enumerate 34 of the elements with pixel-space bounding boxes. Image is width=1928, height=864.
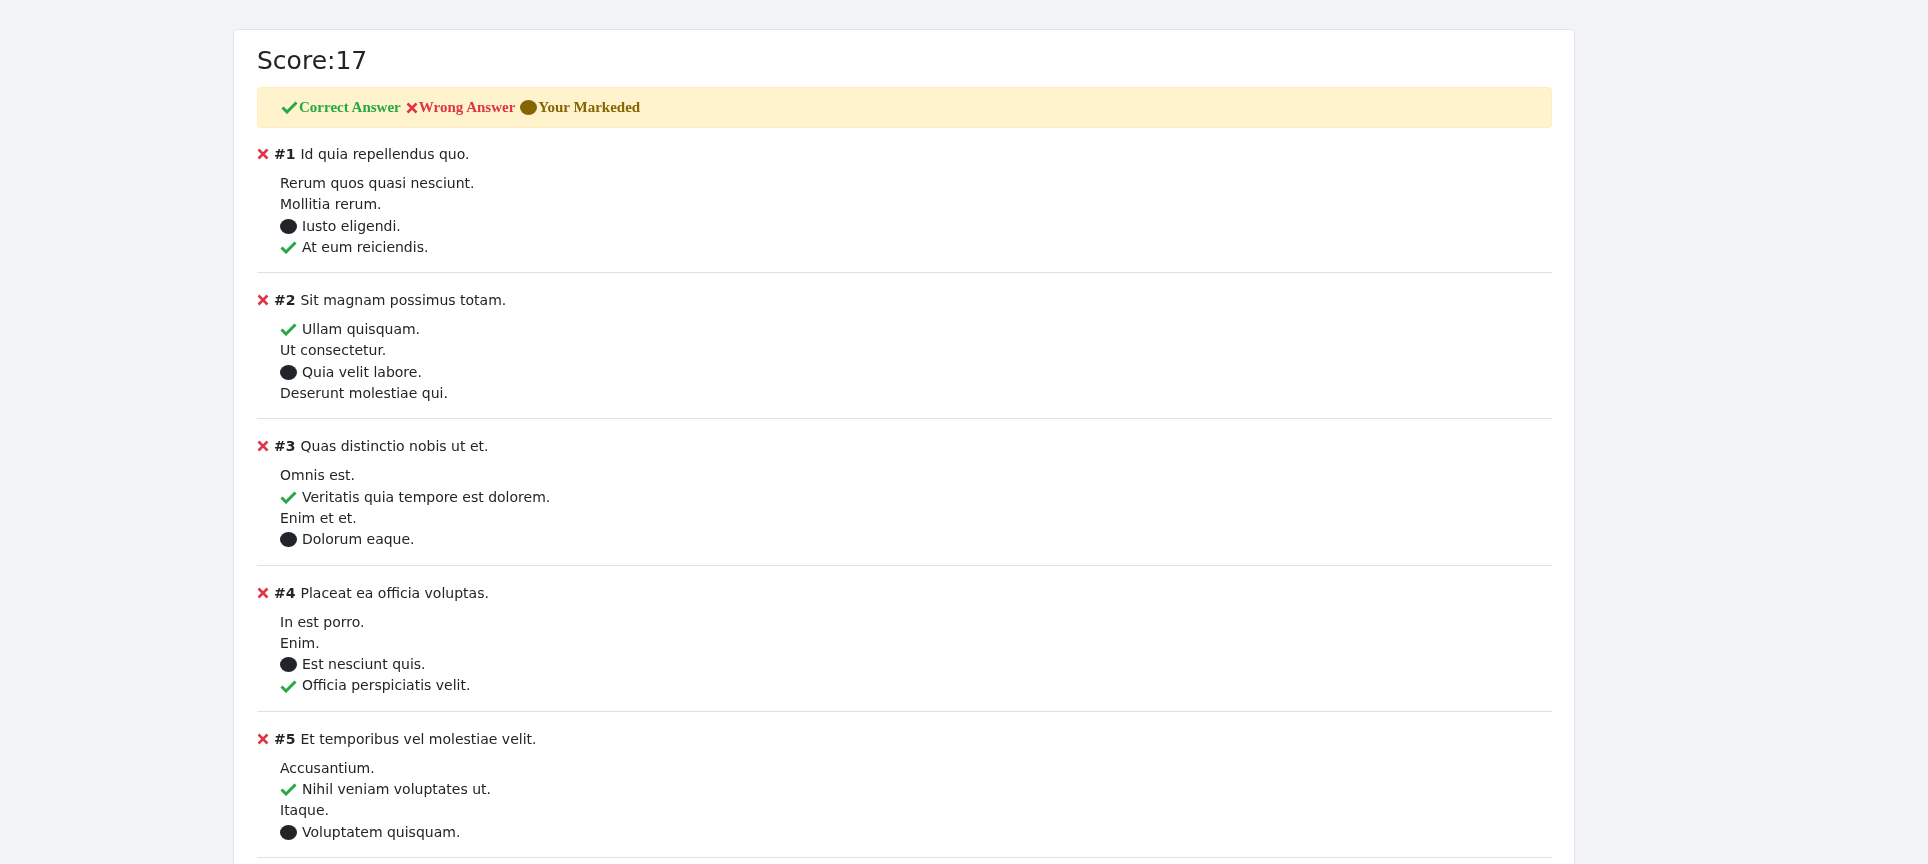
score-heading: Score:17 <box>257 45 369 77</box>
question-number: #4 <box>274 583 296 603</box>
option-text: Mollitia rerum. <box>280 195 382 215</box>
option-text: Rerum quos quasi nesciunt. <box>280 174 475 193</box>
question-number: #2 <box>274 291 296 311</box>
question-text: Sit magnam possimus totam. <box>300 291 507 311</box>
option-text: Quia velit labore. <box>302 362 422 382</box>
option-text: At eum reiciendis. <box>302 237 429 257</box>
question-text: Id quia repellendus quo. <box>300 145 470 164</box>
option-text: Accusantium. <box>280 758 375 778</box>
option-text: Deserunt molestiae qui. <box>280 384 448 404</box>
option-text: Voluptatem quisquam. <box>302 822 461 842</box>
option-text: Iusto eligendi. <box>302 216 401 236</box>
option-text: Veritatis quia tempore est dolorem. <box>302 487 551 507</box>
option-text: Omnis est. <box>280 466 355 486</box>
option-text: Officia perspiciatis velit. <box>302 676 471 696</box>
option-text: Enim. <box>280 633 320 653</box>
option-text: In est porro. <box>280 612 365 632</box>
question-number: #5 <box>274 729 296 749</box>
legend-label: Wrong Answer <box>418 99 516 116</box>
question-text: Et temporibus vel molestiae velit. <box>300 729 537 749</box>
question-text: Quas distinctio nobis ut et. <box>300 437 489 457</box>
option-text: Est nesciunt quis. <box>302 655 426 675</box>
option-text: Enim et et. <box>280 508 357 528</box>
option-text: Ullam quisquam. <box>302 320 421 340</box>
question-number: #3 <box>274 437 296 457</box>
option-text: Ut consectetur. <box>280 341 387 361</box>
option-text: Dolorum eaque. <box>302 530 415 550</box>
legend-label: Your Markeded <box>538 99 641 116</box>
legend-label: Correct Answer <box>299 99 401 116</box>
question-number: #1 <box>274 145 296 164</box>
option-text: Nihil veniam voluptates ut. <box>302 780 492 800</box>
question-text: Placeat ea officia voluptas. <box>300 583 489 603</box>
option-text: Itaque. <box>280 801 330 821</box>
